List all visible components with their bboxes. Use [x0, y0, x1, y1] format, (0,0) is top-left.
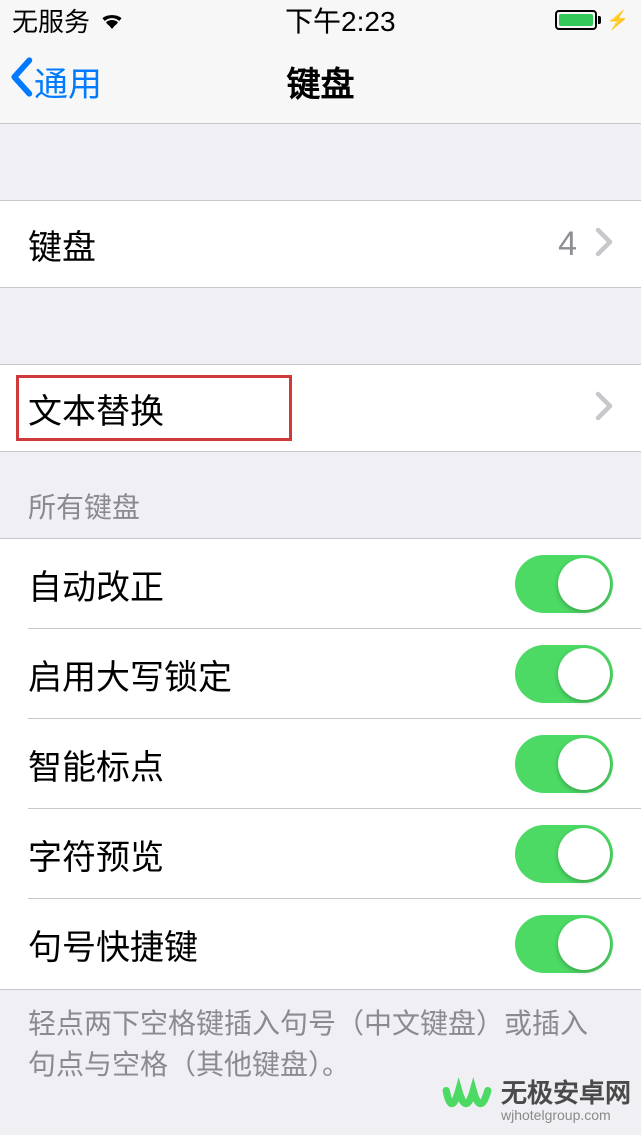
section-spacer — [0, 288, 641, 364]
toggle-row-autocorrect: 自动改正 — [0, 539, 641, 629]
watermark-logo-icon — [441, 1075, 493, 1127]
keyboards-count: 4 — [558, 225, 577, 264]
watermark: 无极安卓网 wjhotelgroup.com — [441, 1075, 631, 1127]
text-replacement-row[interactable]: 文本替换 — [0, 364, 641, 452]
toggle-label: 智能标点 — [28, 740, 164, 789]
toggle-row-capslock: 启用大写锁定 — [0, 629, 641, 719]
keyboards-row[interactable]: 键盘 4 — [0, 200, 641, 288]
chevron-right-icon — [595, 391, 613, 426]
battery-icon — [555, 10, 601, 30]
status-right: ⚡ — [555, 10, 629, 31]
toggle-label: 自动改正 — [28, 560, 164, 609]
capslock-toggle[interactable] — [515, 645, 613, 703]
toggle-label: 句号快捷键 — [28, 920, 198, 969]
toggle-row-char-preview: 字符预览 — [0, 809, 641, 899]
period-shortcut-toggle[interactable] — [515, 915, 613, 973]
watermark-cn: 无极安卓网 — [501, 1080, 631, 1106]
watermark-text: 无极安卓网 wjhotelgroup.com — [501, 1080, 631, 1122]
keyboards-label: 键盘 — [28, 220, 96, 269]
char-preview-toggle[interactable] — [515, 825, 613, 883]
status-time: 下午2:23 — [285, 0, 396, 40]
toggle-row-smart-punctuation: 智能标点 — [0, 719, 641, 809]
section-header-all-keyboards: 所有键盘 — [0, 452, 641, 538]
chevron-left-icon — [8, 57, 34, 106]
section-spacer — [0, 124, 641, 200]
toggle-list: 自动改正 启用大写锁定 智能标点 字符预览 句号快捷键 — [0, 538, 641, 990]
toggle-label: 启用大写锁定 — [28, 650, 232, 699]
toggle-row-period-shortcut: 句号快捷键 — [0, 899, 641, 989]
page-title: 键盘 — [287, 57, 355, 106]
watermark-en: wjhotelgroup.com — [501, 1108, 631, 1122]
charging-icon: ⚡ — [607, 10, 629, 31]
smart-punctuation-toggle[interactable] — [515, 735, 613, 793]
text-replacement-label: 文本替换 — [28, 384, 164, 433]
wifi-icon — [98, 5, 126, 36]
back-label: 通用 — [34, 57, 102, 106]
carrier-text: 无服务 — [12, 2, 90, 39]
nav-bar: 通用 键盘 — [0, 40, 641, 124]
toggle-label: 字符预览 — [28, 830, 164, 879]
autocorrect-toggle[interactable] — [515, 555, 613, 613]
status-left: 无服务 — [12, 2, 126, 39]
back-button[interactable]: 通用 — [0, 57, 102, 106]
status-bar: 无服务 下午2:23 ⚡ — [0, 0, 641, 40]
chevron-right-icon — [595, 227, 613, 262]
